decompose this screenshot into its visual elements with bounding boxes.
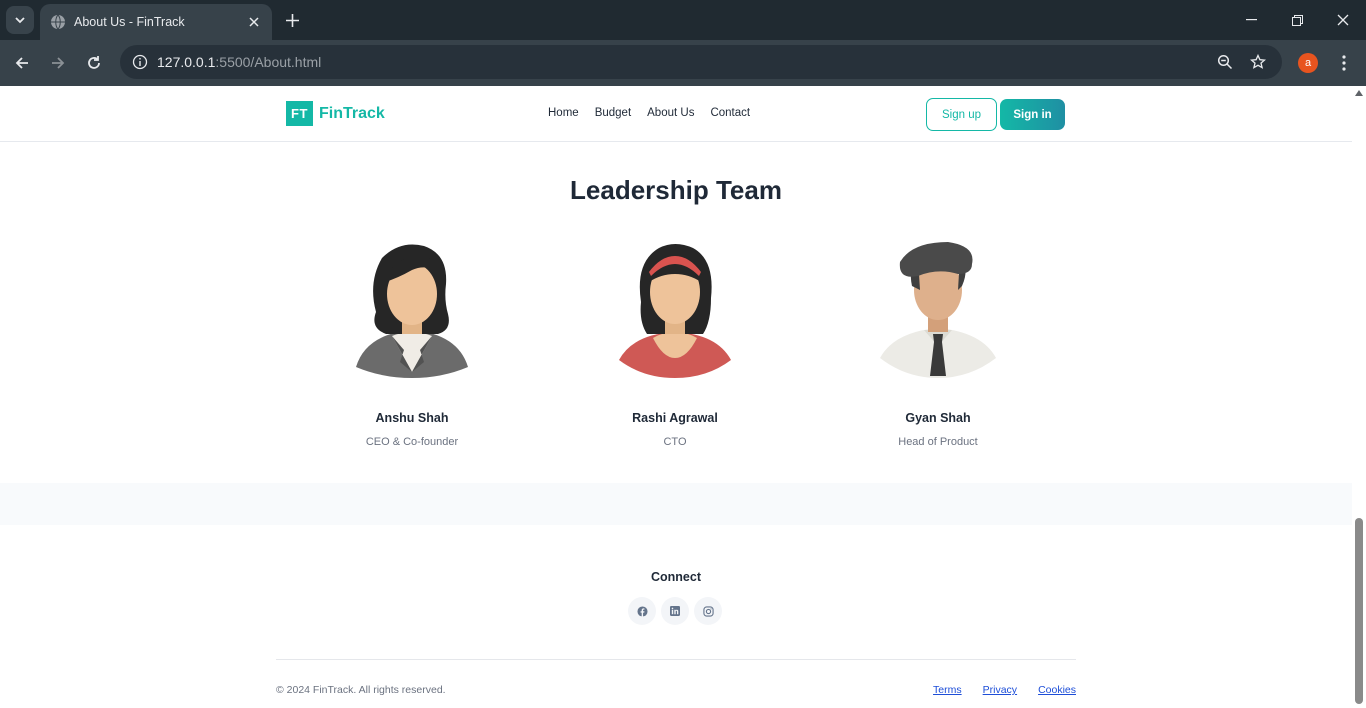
terms-link[interactable]: Terms bbox=[933, 684, 962, 696]
section-title: Leadership Team bbox=[570, 175, 782, 205]
footer-divider bbox=[276, 659, 1076, 660]
plus-icon bbox=[285, 13, 299, 27]
close-window-button[interactable] bbox=[1320, 0, 1366, 40]
team-member-card: Anshu Shah CEO & Co-founder bbox=[332, 242, 492, 448]
url-host: 127.0.0.1 bbox=[157, 54, 216, 70]
signup-button[interactable]: Sign up bbox=[926, 98, 997, 131]
member-role: CTO bbox=[663, 436, 687, 448]
section-band bbox=[0, 483, 1352, 525]
privacy-link[interactable]: Privacy bbox=[983, 684, 1017, 696]
member-role: Head of Product bbox=[898, 436, 978, 448]
url-path: :5500/About.html bbox=[215, 54, 322, 70]
connect-heading: Connect bbox=[651, 570, 701, 584]
facebook-icon bbox=[636, 605, 648, 617]
minimize-button[interactable] bbox=[1228, 0, 1274, 40]
instagram-icon bbox=[702, 605, 714, 617]
close-icon bbox=[1337, 14, 1349, 26]
browser-menu-icon[interactable] bbox=[1334, 52, 1354, 74]
main-nav: Home Budget About Us Contact bbox=[548, 107, 766, 119]
nav-about-us[interactable]: About Us bbox=[647, 107, 694, 119]
back-button[interactable] bbox=[10, 51, 34, 75]
close-tab-icon[interactable] bbox=[246, 14, 262, 30]
nav-home[interactable]: Home bbox=[548, 107, 579, 119]
bookmark-star-icon[interactable] bbox=[1247, 51, 1269, 73]
chevron-down-icon bbox=[15, 17, 25, 24]
arrow-left-icon bbox=[15, 57, 28, 69]
restore-button[interactable] bbox=[1274, 0, 1320, 40]
team-member-card: Gyan Shah Head of Product bbox=[858, 242, 1018, 448]
site-info-icon[interactable] bbox=[128, 50, 152, 74]
nav-contact[interactable]: Contact bbox=[710, 107, 750, 119]
new-tab-button[interactable] bbox=[282, 10, 302, 30]
linkedin-link[interactable] bbox=[661, 597, 689, 625]
instagram-link[interactable] bbox=[694, 597, 722, 625]
url-text: 127.0.0.1:5500/About.html bbox=[157, 54, 321, 70]
site-header: FT FinTrack Home Budget About Us Contact… bbox=[0, 86, 1352, 142]
member-name: Gyan Shah bbox=[905, 411, 971, 425]
social-links bbox=[628, 597, 722, 625]
logo-name: FinTrack bbox=[319, 104, 385, 122]
member-role: CEO & Co-founder bbox=[365, 436, 459, 448]
member-name: Rashi Agrawal bbox=[632, 411, 718, 425]
browser-toolbar: 127.0.0.1:5500/About.html a bbox=[0, 40, 1366, 86]
browser-tab-bar: About Us - FinTrack bbox=[0, 0, 1366, 40]
reload-button[interactable] bbox=[82, 51, 106, 75]
reload-icon bbox=[88, 56, 100, 69]
legal-links: Terms Privacy Cookies bbox=[933, 684, 1076, 696]
copyright-text: © 2024 FinTrack. All rights reserved. bbox=[276, 684, 446, 696]
arrow-right-icon bbox=[52, 57, 65, 69]
logo-mark: FT bbox=[286, 101, 313, 126]
zoom-icon[interactable] bbox=[1214, 51, 1236, 73]
tab-search-button[interactable] bbox=[6, 6, 34, 34]
page-viewport: FT FinTrack Home Budget About Us Contact… bbox=[0, 86, 1352, 708]
nav-budget[interactable]: Budget bbox=[595, 107, 631, 119]
tab-title: About Us - FinTrack bbox=[74, 15, 185, 29]
cookies-link[interactable]: Cookies bbox=[1038, 684, 1076, 696]
signin-button[interactable]: Sign in bbox=[1000, 99, 1065, 130]
man-avatar-icon bbox=[880, 242, 996, 378]
profile-avatar[interactable]: a bbox=[1298, 53, 1318, 73]
member-name: Anshu Shah bbox=[375, 411, 449, 425]
scrollbar-thumb[interactable] bbox=[1355, 518, 1363, 704]
woman-headband-avatar-icon bbox=[619, 244, 731, 378]
facebook-link[interactable] bbox=[628, 597, 656, 625]
page-scrollbar[interactable] bbox=[1352, 86, 1366, 708]
linkedin-icon bbox=[670, 606, 680, 616]
forward-button[interactable] bbox=[46, 51, 70, 75]
browser-tab[interactable]: About Us - FinTrack bbox=[40, 4, 272, 40]
globe-icon bbox=[51, 14, 65, 30]
team-member-card: Rashi Agrawal CTO bbox=[595, 242, 755, 448]
minimize-icon bbox=[1245, 19, 1257, 21]
address-bar[interactable]: 127.0.0.1:5500/About.html bbox=[120, 45, 1282, 79]
woman-avatar-icon bbox=[356, 244, 468, 378]
site-logo[interactable]: FT FinTrack bbox=[286, 101, 385, 126]
scroll-up-arrow-icon[interactable] bbox=[1355, 90, 1363, 96]
restore-icon bbox=[1291, 14, 1303, 26]
